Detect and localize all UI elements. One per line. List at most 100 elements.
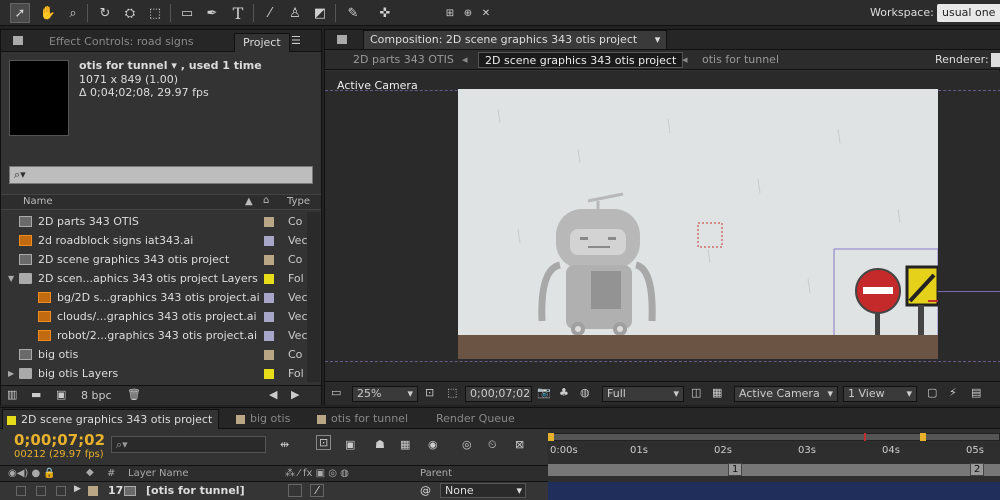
chevron-down-icon[interactable]: ▾ bbox=[655, 33, 661, 46]
camera-tool-icon[interactable]: ⛭ bbox=[120, 3, 140, 23]
project-item[interactable]: clouds/...graphics 343 otis project.ai Ve… bbox=[1, 307, 321, 326]
label-color-swatch[interactable] bbox=[264, 236, 274, 246]
pan-behind-tool-icon[interactable]: ⬚ bbox=[145, 3, 165, 23]
zoom-tool-icon[interactable]: ⌕ bbox=[63, 3, 83, 23]
robot-otis[interactable] bbox=[538, 192, 656, 336]
pen-tool-icon[interactable]: ✒ bbox=[202, 3, 222, 23]
live-update-icon[interactable]: ⊡ bbox=[316, 435, 332, 450]
project-item[interactable]: ▼ 2D scen...aphics 343 otis project Layer… bbox=[1, 269, 321, 288]
project-item[interactable]: 2D parts 343 OTIS Co bbox=[1, 212, 321, 231]
axis-world-icon[interactable]: ⊕ bbox=[458, 3, 478, 23]
marker-1[interactable]: 1 bbox=[728, 463, 743, 476]
solo-toggle[interactable] bbox=[36, 486, 46, 496]
new-composition-icon[interactable]: ▣ bbox=[56, 388, 66, 401]
tab-otis-for-tunnel[interactable]: otis for tunnel bbox=[313, 409, 414, 429]
marker-2[interactable]: 2 bbox=[970, 463, 985, 476]
selection-tool-icon[interactable]: ➚ bbox=[10, 3, 30, 23]
label-color-swatch[interactable] bbox=[264, 369, 274, 379]
layer-name[interactable]: [otis for tunnel] bbox=[146, 484, 245, 497]
tab-effect-controls[interactable]: Effect Controls: road signs bbox=[41, 33, 202, 52]
rectangle-tool-icon[interactable]: ▭ bbox=[177, 3, 197, 23]
label-color-swatch[interactable] bbox=[264, 274, 274, 284]
rotation-tool-icon[interactable]: ↻ bbox=[95, 3, 115, 23]
timeline-current-time[interactable]: 0;00;07;02 bbox=[14, 431, 105, 449]
pickwhip-icon[interactable]: @ bbox=[420, 484, 431, 497]
fast-previews-icon[interactable]: ⚡ bbox=[949, 386, 957, 399]
new-folder-icon[interactable]: ▬ bbox=[31, 388, 41, 401]
av-features-icon[interactable]: ◉◀) ● 🔒 bbox=[8, 468, 56, 479]
auto-keyframe-icon[interactable]: ⏲ bbox=[488, 438, 497, 452]
label-color-swatch[interactable] bbox=[264, 312, 274, 322]
selected-item-name[interactable]: otis for tunnel ▾ , used 1 time bbox=[79, 59, 262, 72]
composition-canvas[interactable] bbox=[458, 89, 938, 359]
graph-editor-icon[interactable]: ⊠ bbox=[515, 438, 524, 451]
mask-visibility-icon[interactable]: ⬚ bbox=[447, 386, 457, 399]
layer-row[interactable]: ▶ 17 [otis for tunnel] ⁄ @ None ▾ bbox=[0, 482, 548, 500]
project-item[interactable]: big otis Co bbox=[1, 345, 321, 364]
time-ruler[interactable]: 0:00s 01s 02s 03s 04s 05s 1 2 bbox=[548, 429, 1000, 500]
label-color-swatch[interactable] bbox=[264, 331, 274, 341]
tab-project[interactable]: Project bbox=[234, 33, 290, 52]
tab-big-otis[interactable]: big otis bbox=[232, 409, 296, 429]
motion-blur-icon[interactable]: ◉ bbox=[428, 438, 438, 451]
region-of-interest-icon[interactable]: ◫ bbox=[691, 386, 701, 399]
trash-icon[interactable]: 🗑 bbox=[127, 388, 141, 401]
panel-menu-icon[interactable]: ☰ bbox=[291, 34, 301, 47]
scroll-right-icon[interactable]: ▶ bbox=[291, 388, 299, 401]
tab-composition[interactable]: Composition: 2D scene graphics 343 otis … bbox=[363, 30, 668, 50]
composition-viewer[interactable]: Active Camera bbox=[325, 71, 1000, 381]
clone-stamp-tool-icon[interactable]: ♙ bbox=[285, 3, 305, 23]
breadcrumb-2d-scene[interactable]: 2D scene graphics 343 otis project bbox=[478, 52, 684, 68]
hide-shy-layers-icon[interactable]: ☗ bbox=[375, 438, 385, 451]
project-search-input[interactable]: ⌕▾ bbox=[9, 166, 313, 184]
toggle-pixel-aspect-icon[interactable]: ▢ bbox=[927, 386, 937, 399]
label-color-swatch[interactable] bbox=[264, 293, 274, 303]
puppet-pin-tool-icon[interactable]: ✜ bbox=[375, 3, 395, 23]
snapshot-camera-icon[interactable]: 📷 bbox=[537, 386, 551, 399]
parent-select[interactable]: None ▾ bbox=[440, 483, 526, 498]
layer-name-header[interactable]: Layer Name bbox=[128, 468, 189, 479]
shy-switch[interactable] bbox=[288, 484, 302, 497]
renderer-select[interactable] bbox=[991, 53, 1000, 67]
tab-render-queue[interactable]: Render Queue bbox=[432, 409, 521, 429]
zoom-select[interactable]: 25% ▾ bbox=[352, 386, 418, 402]
work-area-bar[interactable] bbox=[548, 433, 1000, 441]
layer-label-swatch[interactable] bbox=[88, 486, 98, 496]
color-channels-icon[interactable]: ◍ bbox=[580, 386, 590, 399]
roto-brush-tool-icon[interactable]: ✎ bbox=[343, 3, 363, 23]
timeline-toggle-icon[interactable]: ▤ bbox=[971, 386, 981, 399]
camera-view-select[interactable]: Active Camera ▾ bbox=[734, 386, 838, 402]
axis-view-icon[interactable]: ✕ bbox=[476, 3, 496, 23]
continuous-raster-switch[interactable]: ⁄ bbox=[310, 484, 324, 497]
brush-tool-icon[interactable]: ⁄ bbox=[260, 3, 280, 23]
draft-3d-icon[interactable]: ▣ bbox=[345, 438, 355, 451]
hand-tool-icon[interactable]: ✋ bbox=[38, 3, 58, 23]
breadcrumb-otis-tunnel[interactable]: otis for tunnel bbox=[696, 52, 785, 68]
grid-guides-icon[interactable]: ⊡ bbox=[425, 386, 434, 399]
always-preview-icon[interactable]: ▭ bbox=[331, 386, 341, 399]
column-name-header[interactable]: Name bbox=[23, 196, 53, 207]
collapse-arrow-icon[interactable]: ▼ bbox=[8, 269, 14, 288]
view-layout-select[interactable]: 1 View ▾ bbox=[843, 386, 917, 402]
comp-mini-flowchart-icon[interactable]: ⇹ bbox=[280, 438, 289, 451]
label-column-icon[interactable]: ◆ bbox=[86, 467, 94, 478]
eraser-tool-icon[interactable]: ◩ bbox=[310, 3, 330, 23]
project-item[interactable]: ▶ big otis Layers Fol bbox=[1, 364, 321, 383]
axis-local-icon[interactable]: ⊞ bbox=[440, 3, 460, 23]
workspace-select[interactable]: usual one bbox=[937, 4, 1000, 22]
type-tool-icon[interactable]: T bbox=[228, 3, 248, 23]
label-color-swatch[interactable] bbox=[264, 350, 274, 360]
label-column-icon[interactable]: ⌂ bbox=[263, 195, 269, 206]
bit-depth-label[interactable]: 8 bpc bbox=[81, 389, 112, 402]
interpret-footage-icon[interactable]: ▥ bbox=[7, 388, 17, 401]
video-toggle[interactable] bbox=[16, 486, 26, 496]
frame-blending-icon[interactable]: ▦ bbox=[400, 438, 410, 451]
label-color-swatch[interactable] bbox=[264, 217, 274, 227]
label-color-swatch[interactable] bbox=[264, 255, 274, 265]
layer-duration-bar[interactable] bbox=[548, 482, 1000, 500]
project-item[interactable]: 2D scene graphics 343 otis project Co bbox=[1, 250, 321, 269]
project-item[interactable]: 2d roadblock signs iat343.ai Vec bbox=[1, 231, 321, 250]
work-area-end[interactable] bbox=[920, 433, 926, 441]
transparency-grid-icon[interactable]: ▦ bbox=[712, 386, 722, 399]
breadcrumb-2d-parts[interactable]: 2D parts 343 OTIS bbox=[347, 52, 460, 68]
